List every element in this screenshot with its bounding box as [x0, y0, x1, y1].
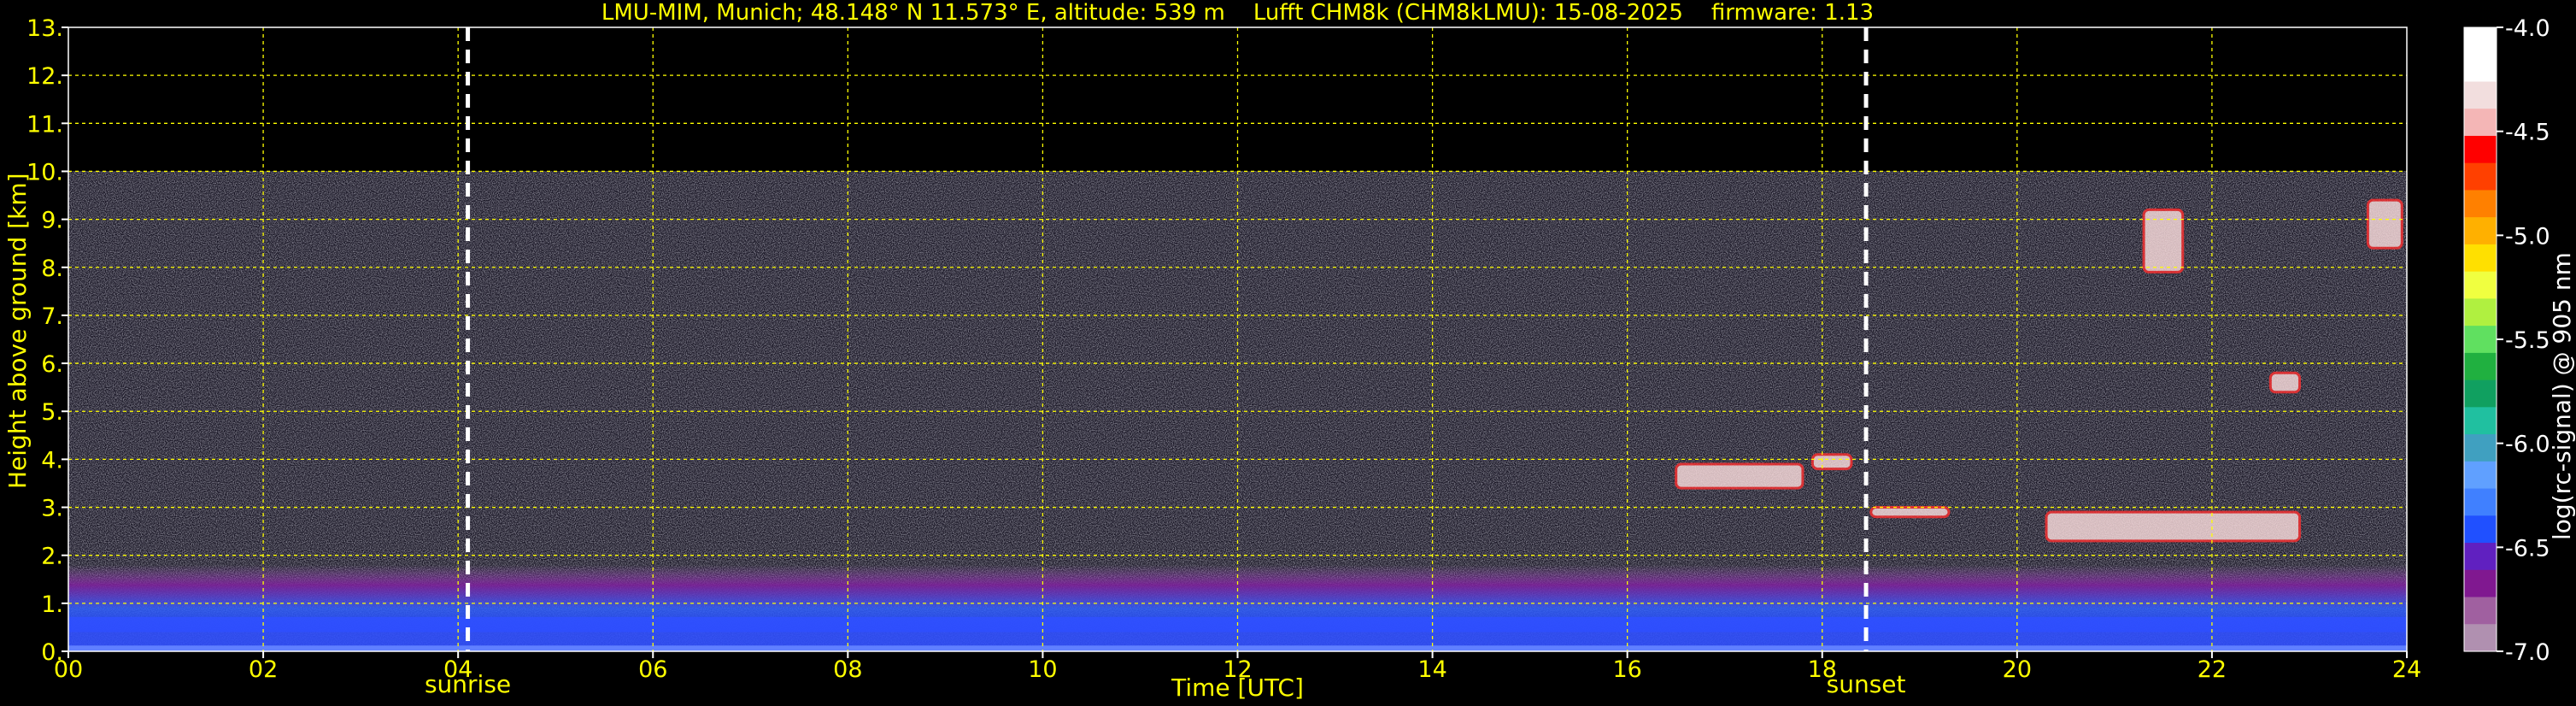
- y-tick-label: 12.: [26, 63, 63, 90]
- colorbar-label: log(rc-signal) @ 905 nm: [2548, 252, 2576, 540]
- chart-svg: 00 02 04 06 08 10 12 14 16 18 20 22 240.1.2.3.4.5.6.…: [26, 15, 2550, 683]
- colorbar-tick-label: -5.5: [2505, 327, 2550, 354]
- y-tick-label: 5.: [41, 399, 63, 426]
- cloud-patch-1: [2366, 198, 2403, 250]
- y-tick-label: 11.: [26, 111, 63, 138]
- colorbar-swatch: [2464, 569, 2497, 598]
- cloud-patch-5: [1869, 506, 1951, 519]
- sunset-label: sunset: [1826, 670, 1906, 698]
- y-tick-label: 13.: [26, 15, 63, 42]
- colorbar-swatch: [2464, 434, 2497, 462]
- y-tick-label: 4.: [41, 447, 63, 474]
- y-tick-label: 8.: [41, 256, 63, 282]
- cloud-patch-6: [2045, 510, 2302, 543]
- colorbar-swatch: [2464, 81, 2497, 109]
- colorbar-swatch: [2464, 162, 2497, 191]
- colorbar-swatch: [2464, 543, 2497, 571]
- y-tick-label: 10.: [26, 159, 63, 185]
- colorbar-swatch: [2464, 407, 2497, 435]
- colorbar-swatch: [2464, 190, 2497, 218]
- colorbar-swatch: [2464, 271, 2497, 299]
- colorbar-swatch: [2464, 27, 2497, 56]
- y-axis-label: Height above ground [km]: [3, 173, 32, 489]
- colorbar-swatch: [2464, 217, 2497, 245]
- colorbar-swatch: [2464, 298, 2497, 327]
- y-tick-label: 0.: [41, 639, 63, 666]
- y-tick-label: 2.: [41, 544, 63, 570]
- y-tick-label: 1.: [41, 591, 63, 618]
- colorbar-swatch: [2464, 597, 2497, 625]
- x-axis-label: Time [UTC]: [1171, 674, 1304, 702]
- y-tick-label: 7.: [41, 303, 63, 330]
- colorbar-swatch: [2464, 515, 2497, 544]
- colorbar-swatch: [2464, 326, 2497, 354]
- sunrise-label: sunrise: [424, 670, 512, 698]
- colorbar-tick-label: -7.0: [2505, 639, 2550, 666]
- colorbar-swatch: [2464, 135, 2497, 164]
- colorbar-tick-label: -5.0: [2505, 223, 2550, 250]
- y-tick-label: 9.: [41, 208, 63, 234]
- colorbar-swatch: [2464, 461, 2497, 490]
- colorbar-tick-label: -4.5: [2505, 120, 2550, 146]
- cloud-patch-4: [1675, 462, 1804, 490]
- cloud-patch-3: [1810, 453, 1853, 471]
- colorbar-swatch: [2464, 244, 2497, 273]
- y-tick-label: 6.: [41, 351, 63, 378]
- colorbar-swatch: [2464, 379, 2497, 408]
- colorbar-tick-label: -4.0: [2505, 15, 2550, 42]
- y-tick-label: 3.: [41, 496, 63, 522]
- colorbar-swatch: [2464, 624, 2497, 652]
- ceilometer-plot: LMU-MIM, Munich; 48.148° N 11.573° E, al…: [0, 0, 2576, 706]
- colorbar-swatch: [2464, 54, 2497, 83]
- cloud-patch-2: [2268, 371, 2302, 394]
- colorbar-tick-label: -6.5: [2505, 535, 2550, 562]
- colorbar-swatch: [2464, 352, 2497, 381]
- colorbar-swatch: [2464, 488, 2497, 516]
- colorbar-tick-label: -6.0: [2505, 432, 2550, 458]
- colorbar-swatch: [2464, 109, 2497, 137]
